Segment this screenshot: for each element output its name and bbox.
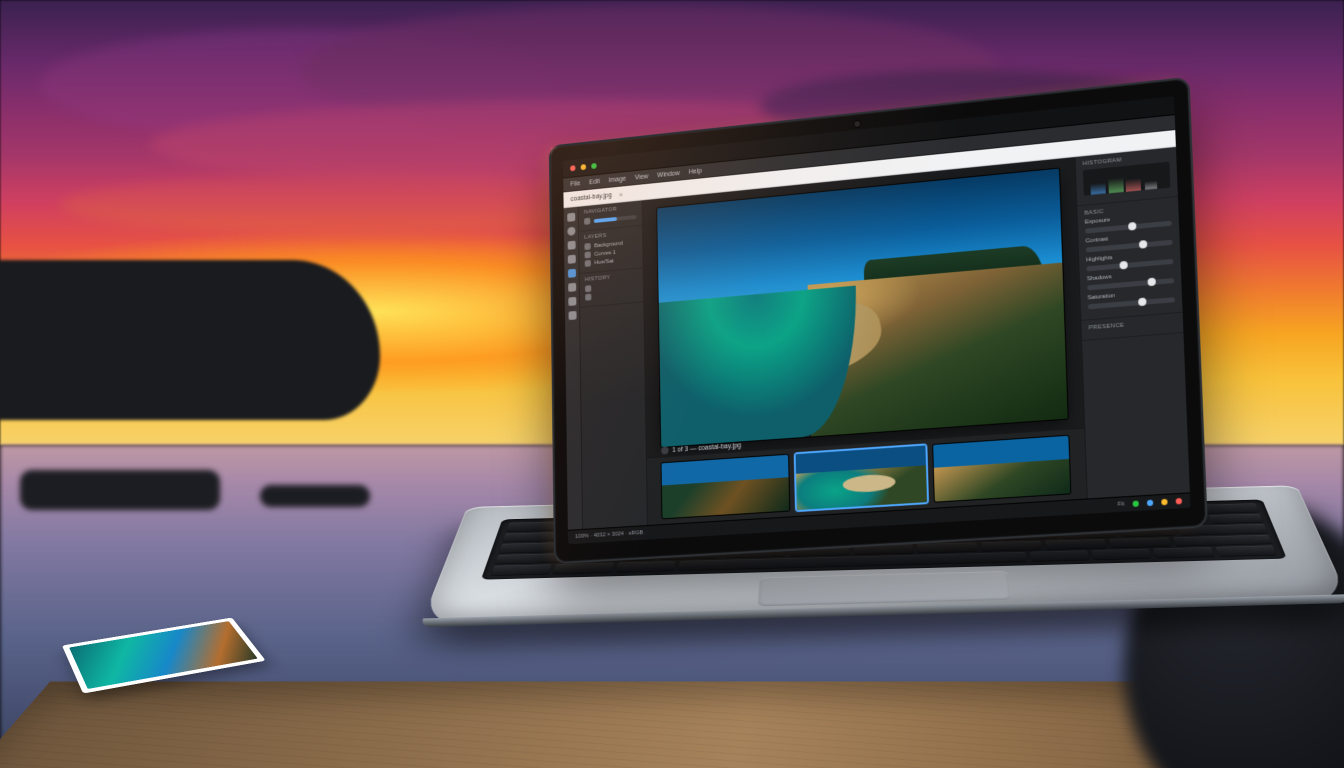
slider-label: Highlights: [1086, 255, 1113, 263]
brush-tool-icon[interactable]: [567, 255, 575, 264]
menu-item[interactable]: File: [570, 180, 580, 188]
move-tool-icon[interactable]: [567, 213, 575, 222]
slider-label: Contrast: [1085, 236, 1108, 244]
close-window-icon[interactable]: [570, 165, 575, 171]
left-panel: Navigator Layers Background Curves 1 Hue…: [579, 200, 648, 529]
status-left-label: 100% · 4032 × 3024 · sRGB: [575, 530, 643, 540]
minimize-window-icon[interactable]: [581, 164, 586, 170]
menu-item[interactable]: Edit: [589, 178, 600, 186]
layer-name: Background: [594, 240, 623, 248]
basic-adjustments-section: Basic Exposure Contrast Highlights: [1077, 197, 1182, 321]
canvas-area: 1 of 3 — coastal-bay.jpg: [643, 157, 1087, 525]
histogram-icon: [1083, 162, 1170, 196]
slider-row: Saturation: [1087, 288, 1175, 309]
text-tool-icon[interactable]: [568, 283, 576, 292]
layer-name: Hue/Sat: [594, 258, 613, 265]
slider-label: Exposure: [1085, 217, 1111, 225]
crop-tool-icon[interactable]: [567, 241, 575, 250]
right-panel: Histogram Basic Exposure Contrast: [1074, 147, 1189, 499]
history-section: History: [580, 268, 644, 308]
layer-thumb-icon: [585, 251, 591, 258]
document-tab-label[interactable]: coastal-bay.jpg: [571, 192, 612, 203]
slider-label: Shadows: [1087, 274, 1112, 282]
eyedropper-tool-icon[interactable]: [568, 269, 576, 278]
filmstrip-thumb[interactable]: [934, 436, 1071, 502]
menu-item[interactable]: Image: [609, 175, 626, 183]
tray-dot-icon[interactable]: [1176, 498, 1182, 505]
history-step-icon[interactable]: [585, 285, 591, 292]
shore-rock: [20, 470, 220, 510]
photo-editor-app: File Edit Image View Window Help coastal…: [563, 96, 1190, 544]
laptop-lid: File Edit Image View Window Help coastal…: [549, 77, 1208, 565]
caption-bullet-icon: [661, 446, 668, 454]
tray-dot-icon[interactable]: [1161, 499, 1167, 506]
close-tab-icon[interactable]: ×: [619, 190, 623, 199]
history-step-icon[interactable]: [585, 294, 591, 301]
layer-thumb-icon: [585, 260, 591, 267]
shore-rock: [260, 485, 370, 507]
slider-row: Highlights: [1086, 250, 1173, 272]
canvas-viewport[interactable]: 1 of 3 — coastal-bay.jpg: [643, 157, 1085, 457]
filmstrip-thumb[interactable]: [661, 455, 789, 519]
layer-thumb-icon: [584, 243, 590, 250]
laptop: ◐ ZEPHBOOK File Edit Imag: [457, 90, 1303, 752]
zoom-slider[interactable]: [594, 215, 637, 223]
editor-body: Navigator Layers Background Curves 1 Hue…: [564, 147, 1190, 530]
zoom-tool-icon[interactable]: [568, 311, 576, 320]
filmstrip-thumb-selected[interactable]: [795, 445, 927, 510]
tray-dot-icon[interactable]: [1133, 501, 1139, 508]
menu-item[interactable]: View: [635, 173, 649, 181]
menu-item[interactable]: Window: [657, 170, 680, 179]
panel-title: Presence: [1089, 318, 1176, 331]
slider-row: Contrast: [1085, 231, 1172, 253]
slider-row: Shadows: [1087, 269, 1174, 290]
trackpad[interactable]: [757, 571, 1012, 606]
navigator-thumb-icon[interactable]: [584, 218, 590, 225]
menu-item[interactable]: Help: [689, 167, 702, 175]
tray-dot-icon[interactable]: [1147, 500, 1153, 507]
layer-name: Curves 1: [594, 250, 615, 258]
slider-label: Saturation: [1087, 293, 1115, 301]
marquee-tool-icon[interactable]: [567, 227, 575, 236]
main-photo-canvas[interactable]: [657, 169, 1068, 447]
hand-tool-icon[interactable]: [568, 297, 576, 306]
headland-silhouette: [0, 260, 380, 420]
status-zoom-label[interactable]: Fit: [1118, 501, 1125, 508]
layers-section: Layers Background Curves 1 Hue/Sat: [579, 226, 643, 274]
maximize-window-icon[interactable]: [591, 163, 596, 169]
webcam: [854, 121, 860, 127]
screen-bezel: File Edit Image View Window Help coastal…: [549, 77, 1208, 565]
